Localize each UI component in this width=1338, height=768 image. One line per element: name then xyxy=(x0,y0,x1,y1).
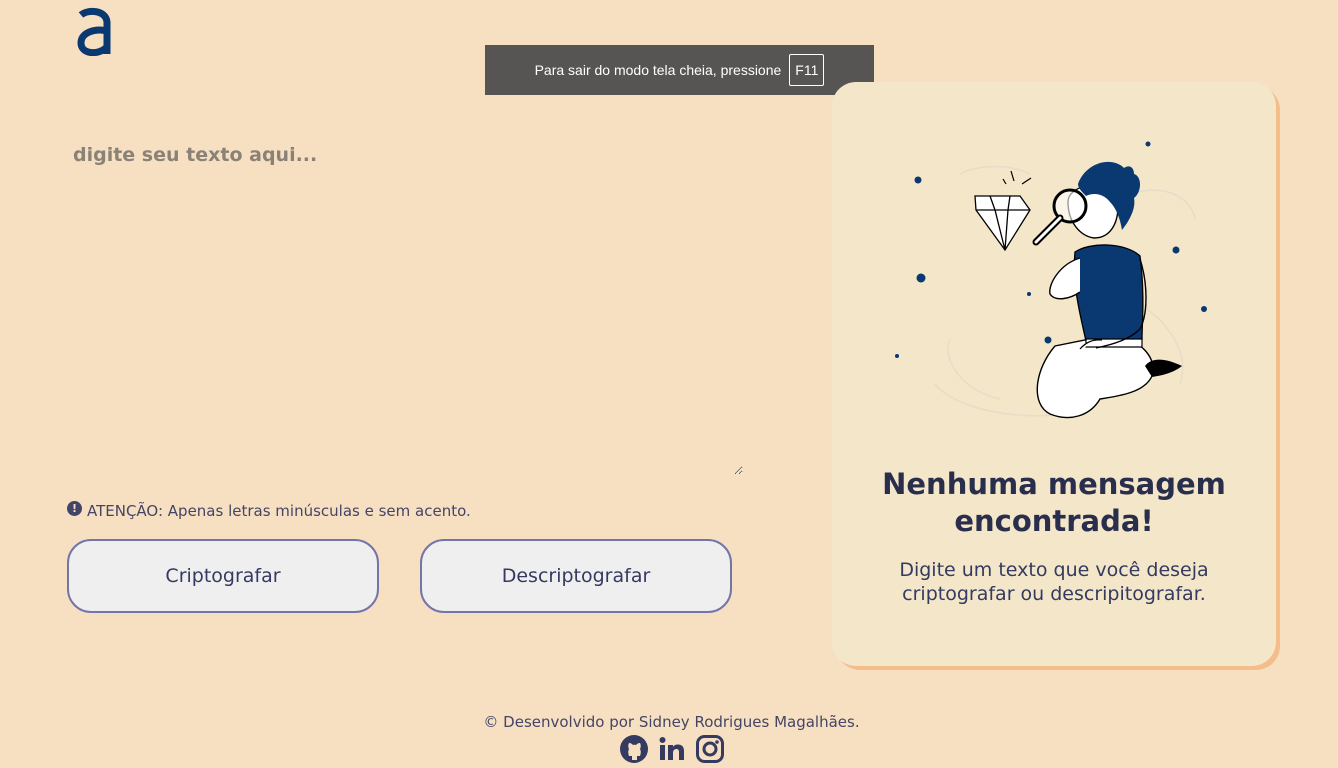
instagram-icon[interactable] xyxy=(695,734,725,764)
fullscreen-notice: Para sair do modo tela cheia, pressione … xyxy=(485,45,874,95)
page: Para sair do modo tela cheia, pressione … xyxy=(0,0,1338,768)
linkedin-icon[interactable] xyxy=(657,734,687,764)
warning-message: ! ATENÇÃO: Apenas letras minúsculas e se… xyxy=(67,500,471,520)
encrypt-button[interactable]: Criptografar xyxy=(67,539,379,613)
footer-credit: © Desenvolvido por Sidney Rodrigues Maga… xyxy=(483,713,860,731)
output-panel: Nenhuma mensagem encontrada! Digite um t… xyxy=(832,82,1276,666)
fullscreen-key-badge: F11 xyxy=(789,54,825,86)
decrypt-button[interactable]: Descriptografar xyxy=(420,539,732,613)
alura-logo[interactable] xyxy=(76,6,112,56)
person-with-magnifier-illustration xyxy=(895,141,1207,419)
message-input[interactable] xyxy=(66,138,743,475)
fullscreen-notice-text: Para sair do modo tela cheia, pressione xyxy=(534,62,782,78)
github-icon[interactable] xyxy=(619,734,649,764)
warning-text: ATENÇÃO: Apenas letras minúsculas e sem … xyxy=(87,502,471,520)
exclamation-circle-icon: ! xyxy=(67,500,82,516)
empty-state-title: Nenhuma mensagem encontrada! xyxy=(882,467,1226,538)
empty-state-description: Digite um texto que você deseja criptogr… xyxy=(899,559,1209,605)
social-links xyxy=(619,734,725,764)
